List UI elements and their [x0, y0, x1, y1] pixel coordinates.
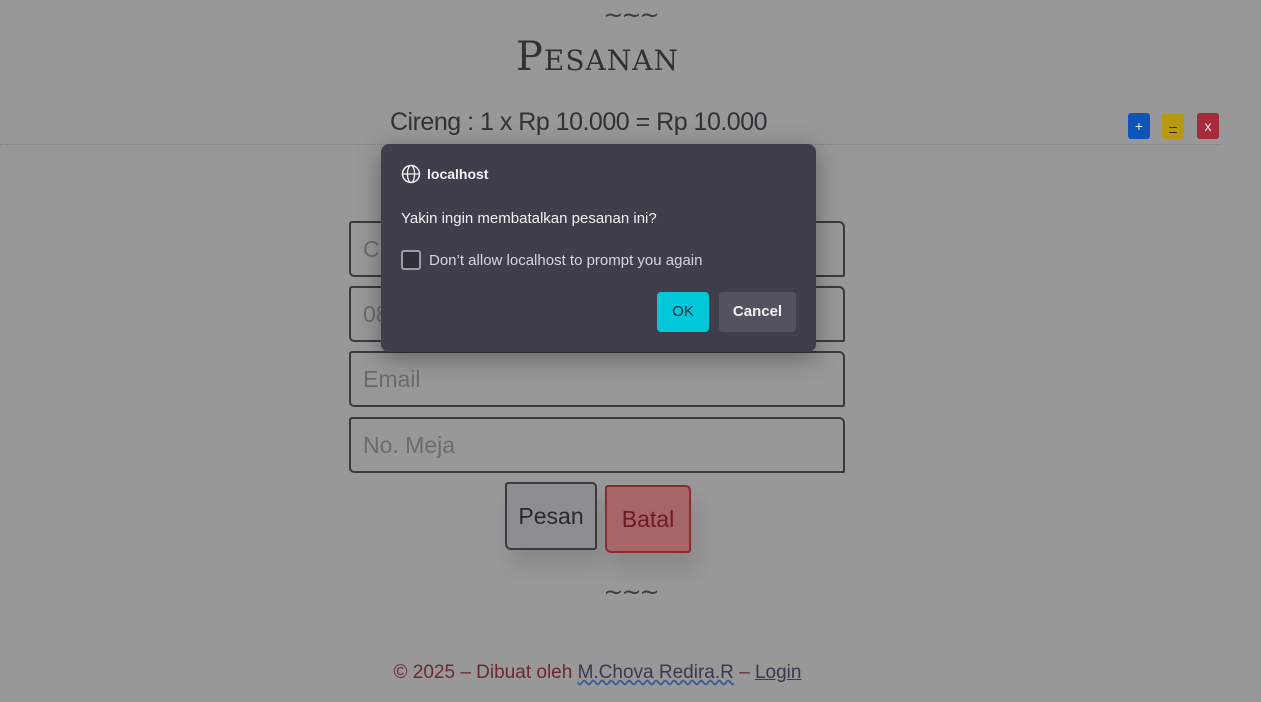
- page-title: Pesanan: [516, 34, 679, 80]
- order-button[interactable]: Pesan: [505, 482, 597, 550]
- decor-bottom: ~~~: [603, 578, 659, 606]
- author-link[interactable]: M.Chova Redira.R: [578, 662, 734, 683]
- decrease-quantity-button[interactable]: –: [1162, 113, 1184, 139]
- cancel-button[interactable]: Cancel: [719, 292, 796, 332]
- increase-quantity-button[interactable]: +: [1128, 113, 1150, 139]
- dialog-origin: localhost: [427, 166, 489, 182]
- dialog-message: Yakin ingin membatalkan pesanan ini?: [401, 210, 657, 227]
- copyright-text: © 2025 – Dibuat oleh: [393, 662, 578, 683]
- order-item-summary: Cireng : 1 x Rp 10.000 = Rp 10.000: [390, 108, 768, 136]
- suppress-prompts-row: Don’t allow localhost to prompt you agai…: [401, 250, 703, 270]
- suppress-prompts-checkbox[interactable]: [401, 250, 421, 270]
- globe-icon: [401, 164, 421, 184]
- remove-item-button[interactable]: x: [1197, 113, 1219, 139]
- dialog-header: localhost: [401, 164, 488, 184]
- login-link[interactable]: Login: [755, 662, 802, 683]
- footer: © 2025 – Dibuat oleh M.Chova Redira.R – …: [0, 662, 1195, 684]
- table-number-field[interactable]: [349, 417, 845, 473]
- decor-top: ~~~: [603, 1, 659, 29]
- page: ~~~ Pesanan Cireng : 1 x Rp 10.000 = Rp …: [0, 0, 1261, 702]
- email-field[interactable]: [349, 351, 845, 407]
- ok-button[interactable]: OK: [657, 292, 709, 332]
- footer-separator: –: [733, 662, 755, 683]
- cancel-order-button[interactable]: Batal: [605, 485, 691, 553]
- suppress-prompts-label: Don’t allow localhost to prompt you agai…: [429, 251, 703, 269]
- confirm-dialog: localhost Yakin ingin membatalkan pesana…: [381, 144, 816, 352]
